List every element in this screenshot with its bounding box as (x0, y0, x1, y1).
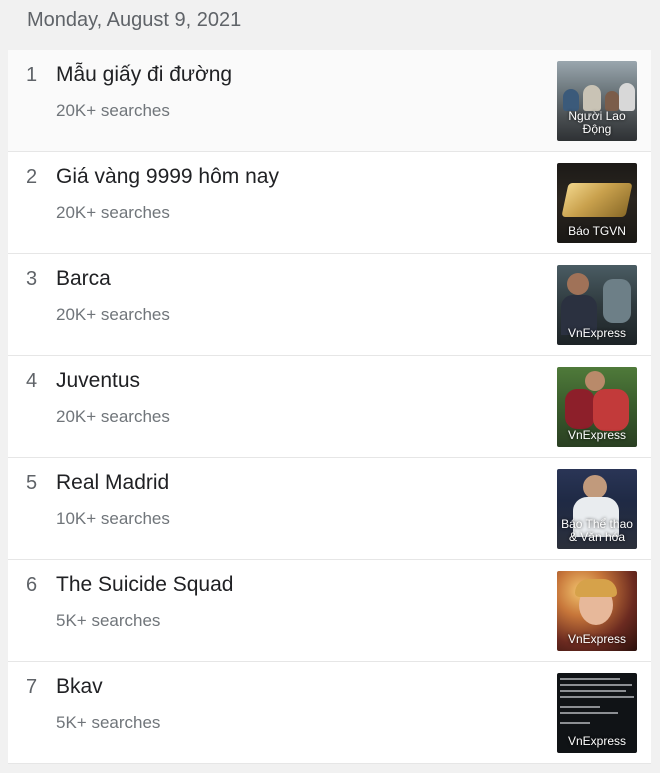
thumbnail-source: VnExpress (567, 428, 627, 442)
movie-still-photo-thumbnail[interactable]: VnExpress (557, 571, 637, 651)
football-player-photo-thumbnail[interactable]: VnExpress (557, 265, 637, 345)
trend-item[interactable]: 3 Barca 20K+ searches VnExpress (8, 254, 651, 356)
trend-search-count: 5K+ searches (56, 611, 161, 630)
thumbnail-source: Người Lao Động (568, 109, 626, 136)
thumbnail-source: VnExpress (567, 734, 627, 748)
trend-search-count: 20K+ searches (56, 101, 170, 120)
trend-rank: 3 (26, 268, 38, 290)
trend-rank: 5 (26, 472, 38, 494)
trend-search-count: 5K+ searches (56, 713, 161, 732)
trend-rank: 6 (26, 574, 38, 596)
trend-title[interactable]: Bkav (56, 675, 103, 699)
trend-title[interactable]: Giá vàng 9999 hôm nay (56, 165, 279, 189)
thumbnail-source: Báo Thể thao & Văn hóa (561, 517, 633, 544)
football-celebration-photo-thumbnail[interactable]: VnExpress (557, 367, 637, 447)
thumbnail-source: VnExpress (567, 632, 627, 646)
trend-search-count: 20K+ searches (56, 305, 170, 324)
thumbnail-source: Báo TGVN (568, 224, 626, 238)
thumbnail-source: VnExpress (567, 326, 627, 340)
trend-item[interactable]: 5 Real Madrid 10K+ searches Báo Thể thao… (8, 458, 651, 560)
trend-item[interactable]: 1 Mẫu giấy đi đường 20K+ searches Người … (8, 50, 651, 152)
trend-search-count: 20K+ searches (56, 203, 170, 222)
gold-bar-photo-thumbnail[interactable]: Báo TGVN (557, 163, 637, 243)
trend-title[interactable]: Real Madrid (56, 471, 169, 495)
football-player-photo-thumbnail[interactable]: Báo Thể thao & Văn hóa (557, 469, 637, 549)
trend-item[interactable]: 7 Bkav 5K+ searches VnExpress (8, 662, 651, 764)
trend-item[interactable]: 6 The Suicide Squad 5K+ searches VnExpre… (8, 560, 651, 662)
crowd-street-photo-thumbnail[interactable]: Người Lao Động (557, 61, 637, 141)
trend-rank: 7 (26, 676, 38, 698)
trend-rank: 1 (26, 64, 38, 86)
trend-title[interactable]: Mẫu giấy đi đường (56, 63, 232, 87)
trend-rank: 2 (26, 166, 38, 188)
code-screenshot-photo-thumbnail[interactable]: VnExpress (557, 673, 637, 753)
trend-rank: 4 (26, 370, 38, 392)
trend-title[interactable]: Barca (56, 267, 111, 291)
trend-title[interactable]: The Suicide Squad (56, 573, 233, 597)
trend-title[interactable]: Juventus (56, 369, 140, 393)
trending-list: 1 Mẫu giấy đi đường 20K+ searches Người … (8, 50, 651, 764)
trend-item[interactable]: 2 Giá vàng 9999 hôm nay 20K+ searches Bá… (8, 152, 651, 254)
trend-search-count: 20K+ searches (56, 407, 170, 426)
trend-item[interactable]: 4 Juventus 20K+ searches VnExpress (8, 356, 651, 458)
date-header: Monday, August 9, 2021 (27, 9, 242, 31)
trend-search-count: 10K+ searches (56, 509, 170, 528)
